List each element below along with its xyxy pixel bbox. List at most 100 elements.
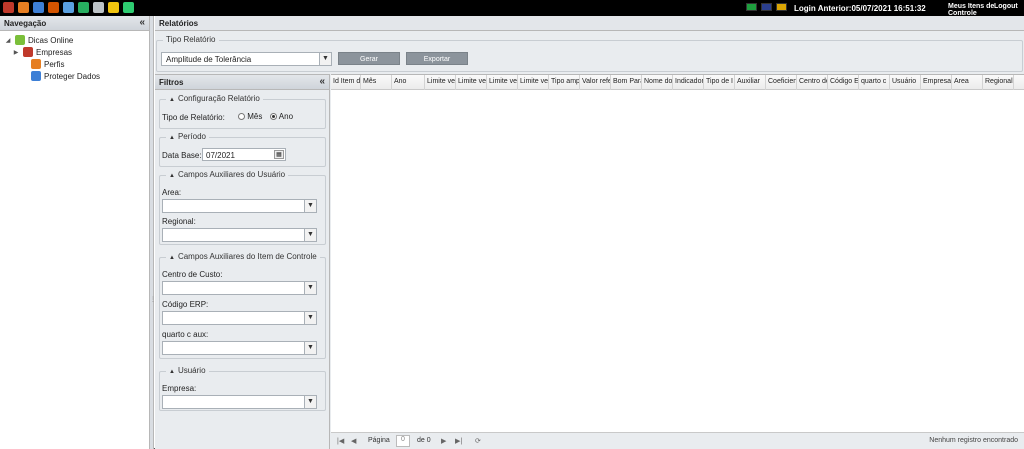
calendar-icon[interactable] [33,2,44,13]
column-header[interactable]: Limite ve [518,75,549,90]
gerar-button[interactable]: Gerar [338,52,400,65]
radio-mes-icon[interactable] [238,113,245,121]
spain-flag-icon[interactable] [776,3,787,11]
logout-link[interactable]: Logout [994,3,1018,10]
splitter-grip-icon[interactable]: ⋮ [150,296,156,303]
column-header[interactable]: Regional [983,75,1014,90]
nav-item-label: Dicas Online [28,35,74,45]
collapse-triangle-icon[interactable]: ▲ [169,173,175,179]
collapse-nav-icon[interactable]: « [139,17,145,28]
chevron-down-icon[interactable]: ▼ [304,200,316,212]
printer-icon[interactable] [93,2,104,13]
calendar-icon[interactable]: ▦ [274,150,284,159]
campos-usuario-legend-text: Campos Auxiliares do Usuário [177,170,286,179]
tipo-relatorio-select[interactable]: Amplitude de Tolerância ▼ [161,52,332,66]
centro-custo-select[interactable]: ▼ [162,281,317,295]
column-header[interactable]: Auxiliar [735,75,766,90]
column-header[interactable]: Indicador [673,75,704,90]
collapse-triangle-icon[interactable]: ▲ [169,369,175,375]
empresa-select[interactable]: ▼ [162,395,317,409]
toolbar-icons [3,2,134,14]
refresh-icon[interactable]: ⟳ [475,437,481,445]
next-page-icon[interactable]: ▶ [441,437,446,445]
perfis-icon [31,59,41,69]
rocket-icon[interactable] [3,2,14,13]
empresa-label: Empresa: [162,384,197,393]
collapse-filtros-icon[interactable]: « [319,76,325,87]
brazil-flag-icon[interactable] [746,3,757,11]
column-header[interactable]: Limite ve [487,75,518,90]
column-header[interactable]: quarto c [859,75,890,90]
column-header[interactable]: Tipo de I [704,75,735,90]
ano-label: Ano [278,112,294,121]
user-tools-icon[interactable] [18,2,29,13]
chevron-down-icon[interactable]: ▼ [304,342,316,354]
emoticon-icon[interactable] [108,2,119,13]
column-header[interactable]: Bom Para [611,75,642,90]
collapse-triangle-icon[interactable]: ▲ [169,135,175,141]
column-header[interactable]: Coeficien [766,75,797,90]
ano-radio[interactable]: Ano [270,112,293,121]
column-header[interactable]: Usuário [890,75,921,90]
tipo-relatorio-value: Amplitude de Tolerância [166,55,252,64]
reports-title: Relatórios [159,19,199,28]
chevron-down-icon[interactable]: ▼ [304,312,316,324]
column-header[interactable]: Ano [392,75,425,90]
codigo-erp-select[interactable]: ▼ [162,311,317,325]
mes-radio[interactable]: Mês [238,112,262,121]
regional-select[interactable]: ▼ [162,228,317,242]
refresh-icon[interactable] [123,2,134,13]
nav-item-perfis[interactable]: Perfis [2,58,147,70]
page-input[interactable]: 0 [396,435,410,447]
column-header[interactable]: Tipo amp [549,75,580,90]
filtros-header: Filtros « [155,75,329,90]
quarto-c-aux-label: quarto c aux: [162,330,209,339]
collapse-triangle-icon[interactable]: ▲ [169,255,175,261]
collapse-triangle-icon[interactable]: ▲ [169,97,175,103]
campos-item-legend[interactable]: ▲ Campos Auxiliares do Item de Controle [166,252,320,261]
exportar-button[interactable]: Exportar [406,52,468,65]
column-header[interactable]: Limite ve [456,75,487,90]
chevron-down-icon[interactable]: ▼ [304,229,316,241]
column-header[interactable]: Id Item d [331,75,361,90]
usuario-legend[interactable]: ▲ Usuário [166,366,209,375]
column-header[interactable]: Valor refe [580,75,611,90]
panel-splitter[interactable]: ⋮ [150,16,156,449]
area-label: Area: [162,188,182,197]
config-legend[interactable]: ▲ Configuração Relatório [166,94,263,103]
column-header[interactable]: Centro de [797,75,828,90]
radio-ano-icon[interactable] [270,113,277,121]
chart-icon[interactable] [78,2,89,13]
tree-expand-icon[interactable]: ◢ [4,37,12,44]
navigation-panel: Navegação « ◢ Dicas Online ▶ Empresas Perfis… [0,16,150,449]
dicas-online-icon [15,35,25,45]
tipo-relatorio-label: Tipo de Relatório: [162,113,225,122]
quarto-c-aux-select[interactable]: ▼ [162,341,317,355]
column-header[interactable]: Area [952,75,983,90]
column-header[interactable]: Empresa [921,75,952,90]
area-select[interactable]: ▼ [162,199,317,213]
chevron-down-icon[interactable]: ▼ [319,53,331,65]
prev-page-icon[interactable]: ◀ [351,437,356,445]
column-header[interactable]: Código E [828,75,859,90]
nav-item-proteger-dados[interactable]: Proteger Dados [2,70,147,82]
nav-item-dicas-online[interactable]: ◢ Dicas Online [2,34,147,46]
tree-expand-icon[interactable]: ▶ [12,49,20,56]
runner-icon[interactable] [48,2,59,13]
column-header[interactable]: Nome do [642,75,673,90]
navigation-tree: ◢ Dicas Online ▶ Empresas Perfis Proteger Dad… [0,31,149,85]
chevron-down-icon[interactable]: ▼ [304,396,316,408]
document-icon[interactable] [63,2,74,13]
column-header[interactable]: Mês [361,75,392,90]
first-page-icon[interactable]: |◀ [337,437,344,445]
data-base-input[interactable]: 07/2021 ▦ [202,148,286,161]
chevron-down-icon[interactable]: ▼ [304,282,316,294]
grid-header: Id Item d Mês Ano Limite ve Limite ve Limite … [331,75,1024,90]
reports-header: Relatórios [155,16,1024,31]
nav-item-empresas[interactable]: ▶ Empresas [2,46,147,58]
column-header[interactable]: Limite ve [425,75,456,90]
periodo-legend[interactable]: ▲ Período [166,132,209,141]
uk-flag-icon[interactable] [761,3,772,11]
campos-usuario-legend[interactable]: ▲ Campos Auxiliares do Usuário [166,170,289,179]
last-page-icon[interactable]: ▶| [455,437,462,445]
